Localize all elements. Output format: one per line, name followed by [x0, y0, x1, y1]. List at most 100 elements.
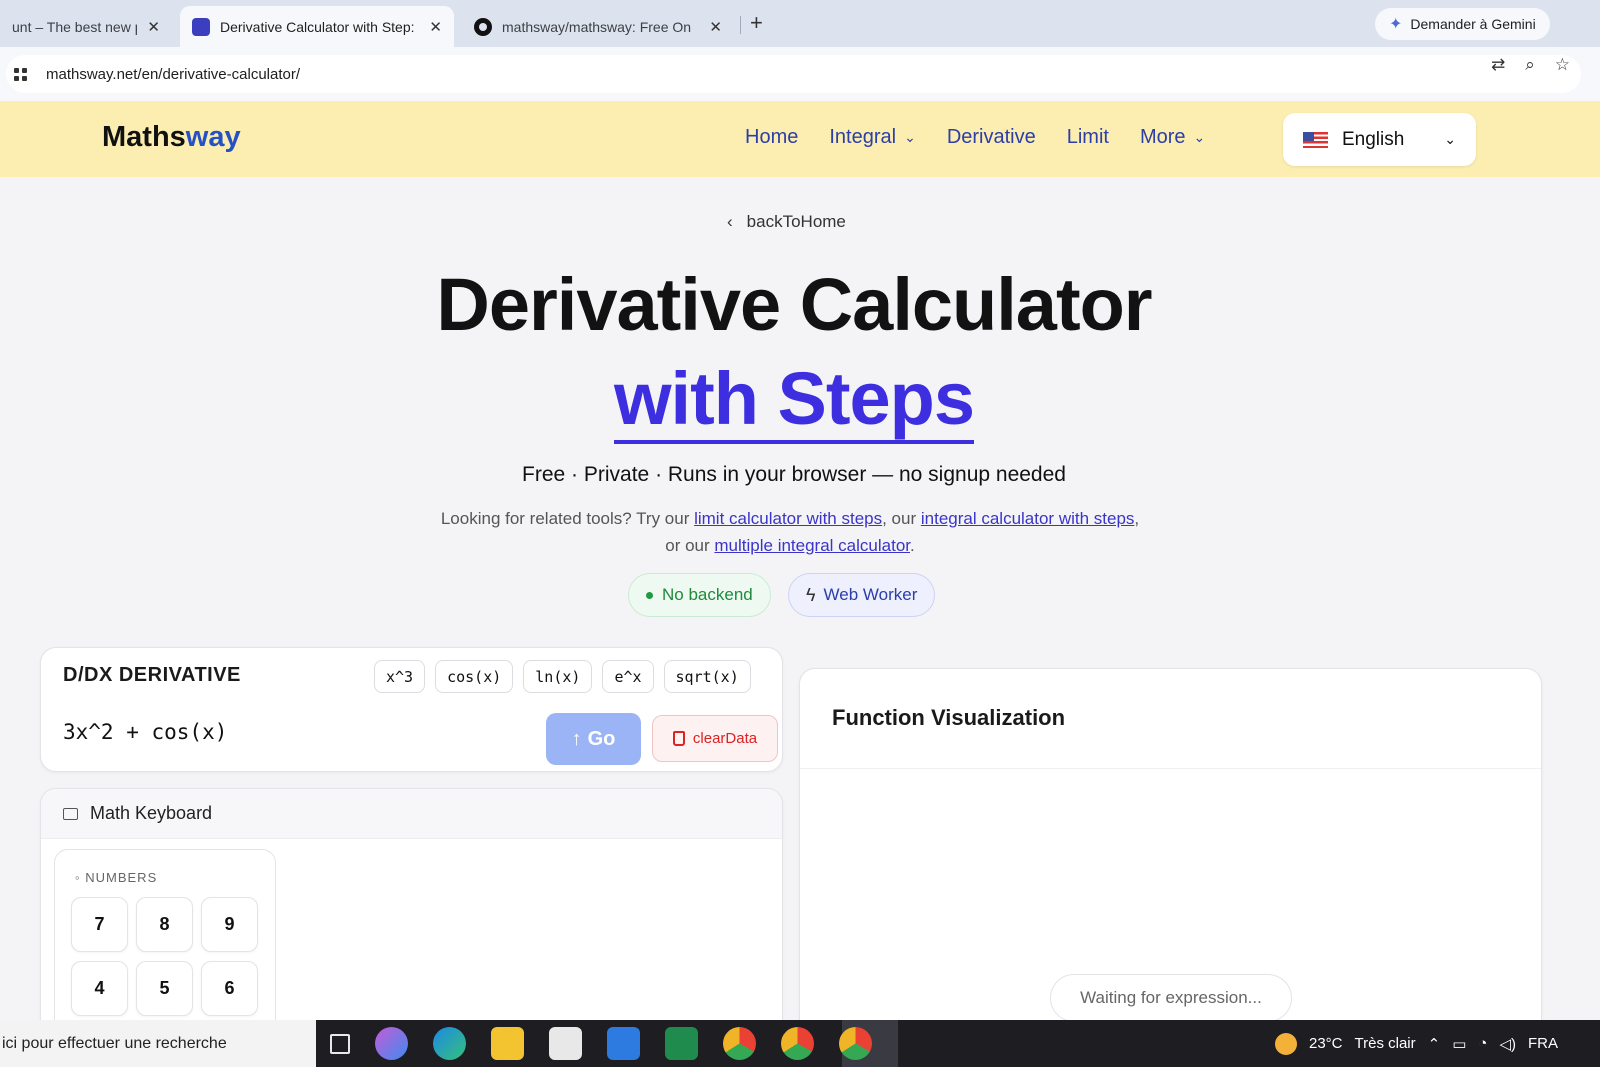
url-text[interactable]: mathsway.net/en/derivative-calculator/ — [46, 66, 300, 83]
function-visualization-card: Function Visualization Waiting for expre… — [799, 668, 1542, 1067]
taskbar-search[interactable]: ici pour effectuer une recherche — [0, 1020, 316, 1067]
example-chip-ln[interactable]: ln(x) — [523, 660, 593, 693]
math-keyboard-header[interactable]: Math Keyboard — [41, 789, 782, 839]
key-7[interactable]: 7 — [71, 897, 128, 952]
language-select[interactable]: English ⌄ — [1283, 113, 1476, 166]
volume-icon[interactable]: ◁) — [1499, 1035, 1516, 1053]
example-chip-cos[interactable]: cos(x) — [435, 660, 514, 693]
math-keyboard-title: Math Keyboard — [90, 803, 213, 823]
example-chips: x^3 cos(x) ln(x) e^x sqrt(x) — [374, 660, 751, 693]
limit-calculator-link[interactable]: limit calculator with steps — [694, 509, 882, 528]
omnibox[interactable]: mathsway.net/en/derivative-calculator/ — [6, 55, 1581, 93]
page-subtitle: with Steps — [0, 356, 1588, 444]
back-to-home-link[interactable]: ‹ backToHome — [727, 212, 846, 232]
nav-more-label: More — [1139, 126, 1186, 148]
store-icon[interactable] — [549, 1027, 582, 1060]
example-chip-sqrt[interactable]: sqrt(x) — [663, 660, 751, 693]
copilot-icon[interactable] — [375, 1027, 408, 1060]
mathsway-logo[interactable]: Mathsway — [102, 121, 241, 154]
nav-more[interactable]: More ⌄ — [1140, 126, 1205, 149]
chevron-down-icon: ⌄ — [1444, 131, 1456, 147]
browser-tab[interactable]: unt – The best new p ✕ — [0, 6, 172, 47]
weather-text[interactable]: Très clair — [1355, 1035, 1416, 1052]
tab-close-icon[interactable]: ✕ — [429, 18, 442, 36]
badge-label: Web Worker — [823, 585, 918, 604]
us-flag-icon — [1303, 131, 1328, 148]
nav-derivative[interactable]: Derivative — [947, 126, 1036, 149]
no-backend-badge: No backend — [628, 573, 771, 617]
temperature[interactable]: 23°C — [1309, 1035, 1343, 1052]
nav-integral-label: Integral — [829, 126, 897, 148]
example-chip-x-cubed[interactable]: x^3 — [374, 660, 426, 693]
integral-calculator-link[interactable]: integral calculator with steps — [921, 509, 1135, 528]
key-8[interactable]: 8 — [136, 897, 193, 952]
keyboard-icon — [63, 807, 78, 820]
task-view-icon[interactable] — [330, 1033, 350, 1054]
go-button[interactable]: ↑ Go — [546, 713, 641, 765]
display-icon[interactable]: ▭ — [1452, 1035, 1466, 1053]
key-4[interactable]: 4 — [71, 961, 128, 1016]
main-nav: Home Integral ⌄ Derivative Limit More ⌄ — [745, 126, 1205, 149]
tab-title: Derivative Calculator with Step: — [220, 18, 415, 35]
tagline: Free · Private · Runs in your browser — … — [522, 463, 1066, 486]
clear-button[interactable]: clearData — [652, 715, 778, 762]
site-header: Mathsway Home Integral ⌄ Derivative Limi… — [0, 101, 1600, 177]
chevron-up-icon[interactable]: ⌃ — [1428, 1035, 1441, 1053]
derivative-card-title: D/DX DERIVATIVE — [63, 664, 241, 686]
key-5[interactable]: 5 — [136, 961, 193, 1016]
numbers-label-text: NUMBERS — [85, 870, 158, 885]
ask-gemini-button[interactable]: ✦ Demander à Gemini — [1375, 8, 1550, 40]
zoom-icon[interactable]: ⌕ — [1525, 55, 1535, 75]
taskbar-apps — [330, 1020, 872, 1067]
expression-input[interactable] — [63, 720, 523, 744]
related-suffix: . — [910, 536, 915, 555]
logo-accent: way — [185, 121, 241, 153]
mail-icon[interactable] — [607, 1027, 640, 1060]
excel-icon[interactable] — [665, 1027, 698, 1060]
new-tab-plus-icon[interactable]: + — [750, 10, 763, 36]
windows-taskbar: ici pour effectuer une recherche 23°C Tr… — [0, 1020, 1600, 1067]
nav-home[interactable]: Home — [745, 126, 798, 149]
chrome-icon[interactable] — [839, 1027, 872, 1060]
system-tray: 23°C Très clair ⌃ ▭ ◔ ◁) FRA — [1275, 1020, 1558, 1067]
chrome-icon[interactable] — [781, 1027, 814, 1060]
file-explorer-icon[interactable] — [491, 1027, 524, 1060]
address-bar: mathsway.net/en/derivative-calculator/ ⇄… — [0, 47, 1600, 101]
related-mid: , our — [882, 509, 921, 528]
back-link-label: backToHome — [746, 212, 846, 231]
web-worker-badge: ϟ Web Worker — [788, 573, 936, 617]
chevron-down-icon: ⌄ — [1193, 129, 1206, 145]
page-title: Derivative Calculator — [436, 263, 1152, 346]
site-info-icon[interactable] — [14, 65, 32, 83]
input-language[interactable]: FRA — [1528, 1035, 1558, 1052]
gemini-label: Demander à Gemini — [1410, 16, 1536, 32]
browser-tab[interactable]: mathsway/mathsway: Free On ✕ — [462, 6, 734, 47]
key-9[interactable]: 9 — [201, 897, 258, 952]
tab-title: unt – The best new p — [12, 18, 138, 35]
edge-icon[interactable] — [433, 1027, 466, 1060]
visualization-title: Function Visualization — [800, 669, 1541, 769]
key-6[interactable]: 6 — [201, 961, 258, 1016]
chrome-icon[interactable] — [723, 1027, 756, 1060]
chevron-down-icon: ⌄ — [904, 129, 916, 145]
tab-title: mathsway/mathsway: Free On — [502, 18, 692, 35]
tab-close-icon[interactable]: ✕ — [147, 18, 160, 36]
badge-label: No backend — [662, 585, 753, 604]
taskbar-search-text: ici pour effectuer une recherche — [2, 1034, 227, 1052]
trash-icon — [672, 731, 685, 746]
chevron-left-icon: ‹ — [727, 212, 733, 231]
logo-main: Maths — [102, 121, 186, 153]
browser-tab-bar: unt – The best new p ✕ Derivative Calcul… — [0, 0, 1600, 47]
tab-close-icon[interactable]: ✕ — [709, 18, 722, 36]
nav-limit[interactable]: Limit — [1067, 126, 1109, 149]
lightning-icon: ϟ — [806, 584, 816, 605]
example-chip-exp[interactable]: e^x — [602, 660, 654, 693]
github-favicon-icon — [474, 17, 492, 36]
weather-moon-icon[interactable] — [1275, 1032, 1297, 1055]
bookmark-star-icon[interactable]: ☆ — [1555, 55, 1570, 75]
translate-icon[interactable]: ⇄ — [1491, 55, 1505, 75]
browser-tab-active[interactable]: Derivative Calculator with Step: ✕ — [180, 6, 454, 47]
network-icon[interactable]: ◔ — [1478, 1035, 1487, 1053]
multiple-integral-calculator-link[interactable]: multiple integral calculator — [714, 536, 910, 555]
nav-integral[interactable]: Integral ⌄ — [829, 126, 915, 149]
